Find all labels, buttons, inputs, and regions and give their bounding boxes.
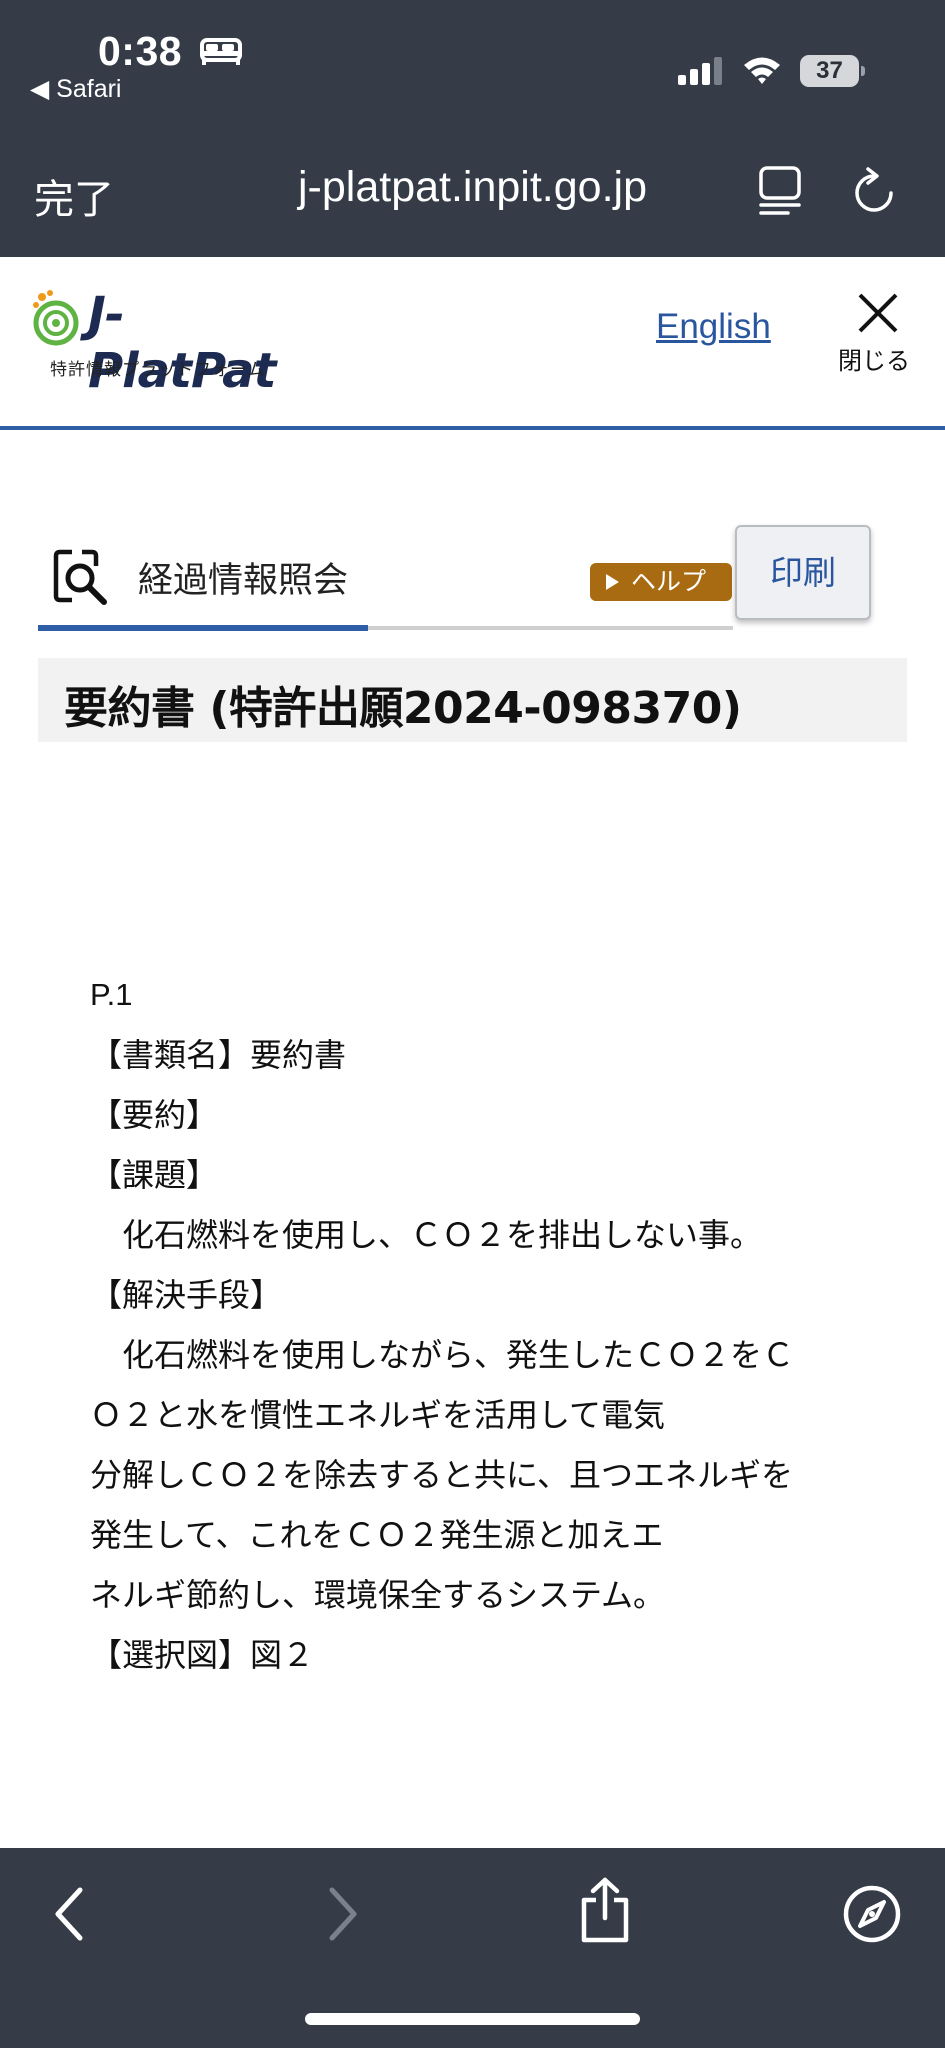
site-header: J-PlatPat 特許情報プラットフォーム English 閉じる [0, 257, 945, 430]
document-line: 発生して、これをＣＯ２発生源と加えエ [90, 1516, 664, 1554]
document-search-icon [53, 549, 107, 605]
home-indicator[interactable] [305, 2013, 640, 2025]
back-to-safari-link[interactable]: ◀ Safari [30, 74, 121, 104]
close-label[interactable]: 閉じる [838, 341, 910, 376]
close-icon[interactable] [856, 291, 900, 335]
logo-mark-icon [33, 290, 79, 346]
document-heading-box: 要約書 (特許出願2024-098370) [38, 658, 907, 742]
document-line: Ｏ２と水を慣性エネルギを活用して電気 [90, 1396, 666, 1434]
battery-level: 37 [800, 55, 859, 87]
english-link[interactable]: English [656, 307, 771, 347]
play-triangle-icon [606, 574, 619, 590]
status-time: 0:38 [98, 28, 183, 74]
page-title: 経過情報照会 [138, 561, 349, 601]
document-body: P.1 【書類名】要約書 【要約】 【課題】 化石燃料を使用し、ＣＯ２を排出しな… [90, 965, 890, 1685]
logo-subtitle: 特許情報プラットフォーム [50, 360, 266, 380]
address-bar-url[interactable]: j-platpat.inpit.go.jp [0, 163, 945, 212]
compass-icon[interactable] [842, 1884, 902, 1944]
browser-top-bar: 0:38 ◀ Safari 37 完了 j-platpat.inpit.go.j… [0, 0, 945, 257]
reader-mode-icon[interactable] [758, 165, 802, 215]
document-line: 【書類名】要約書 [90, 1036, 347, 1074]
tab-underline-active [38, 625, 368, 631]
document-heading: 要約書 (特許出願2024-098370) [64, 683, 742, 734]
help-button[interactable]: ヘルプ [590, 563, 732, 601]
bed-icon [200, 38, 242, 65]
chevron-left-icon[interactable] [50, 1884, 90, 1944]
share-icon[interactable] [578, 1876, 632, 1944]
help-label: ヘルプ [631, 567, 707, 596]
document-line: 【課題】 [90, 1156, 219, 1194]
document-line: 化石燃料を使用しながら、発生したＣＯ２をＣ [90, 1336, 795, 1374]
document-line: ネルギ節約し、環境保全するシステム。 [90, 1576, 666, 1614]
document-line: 化石燃料を使用し、ＣＯ２を排出しない事。 [90, 1216, 763, 1254]
battery-tip [861, 66, 865, 76]
battery-indicator: 37 [800, 55, 866, 87]
document-line: 分解しＣＯ２を除去すると共に、且つエネルギを [90, 1456, 794, 1494]
cellular-signal-icon [678, 57, 722, 85]
print-button[interactable]: 印刷 [735, 525, 871, 620]
document-line: 【選択図】図２ [90, 1636, 315, 1674]
logo-name: J-PlatPat [88, 287, 276, 399]
jplatpat-logo[interactable]: J-PlatPat 特許情報プラットフォーム [32, 283, 292, 399]
reload-icon[interactable] [852, 166, 898, 216]
document-line: 【要約】 [90, 1096, 219, 1134]
document-line: 【解決手段】 [90, 1276, 283, 1314]
chevron-right-icon[interactable] [322, 1884, 362, 1944]
page-number: P.1 [90, 977, 133, 1012]
wifi-icon [744, 57, 780, 84]
